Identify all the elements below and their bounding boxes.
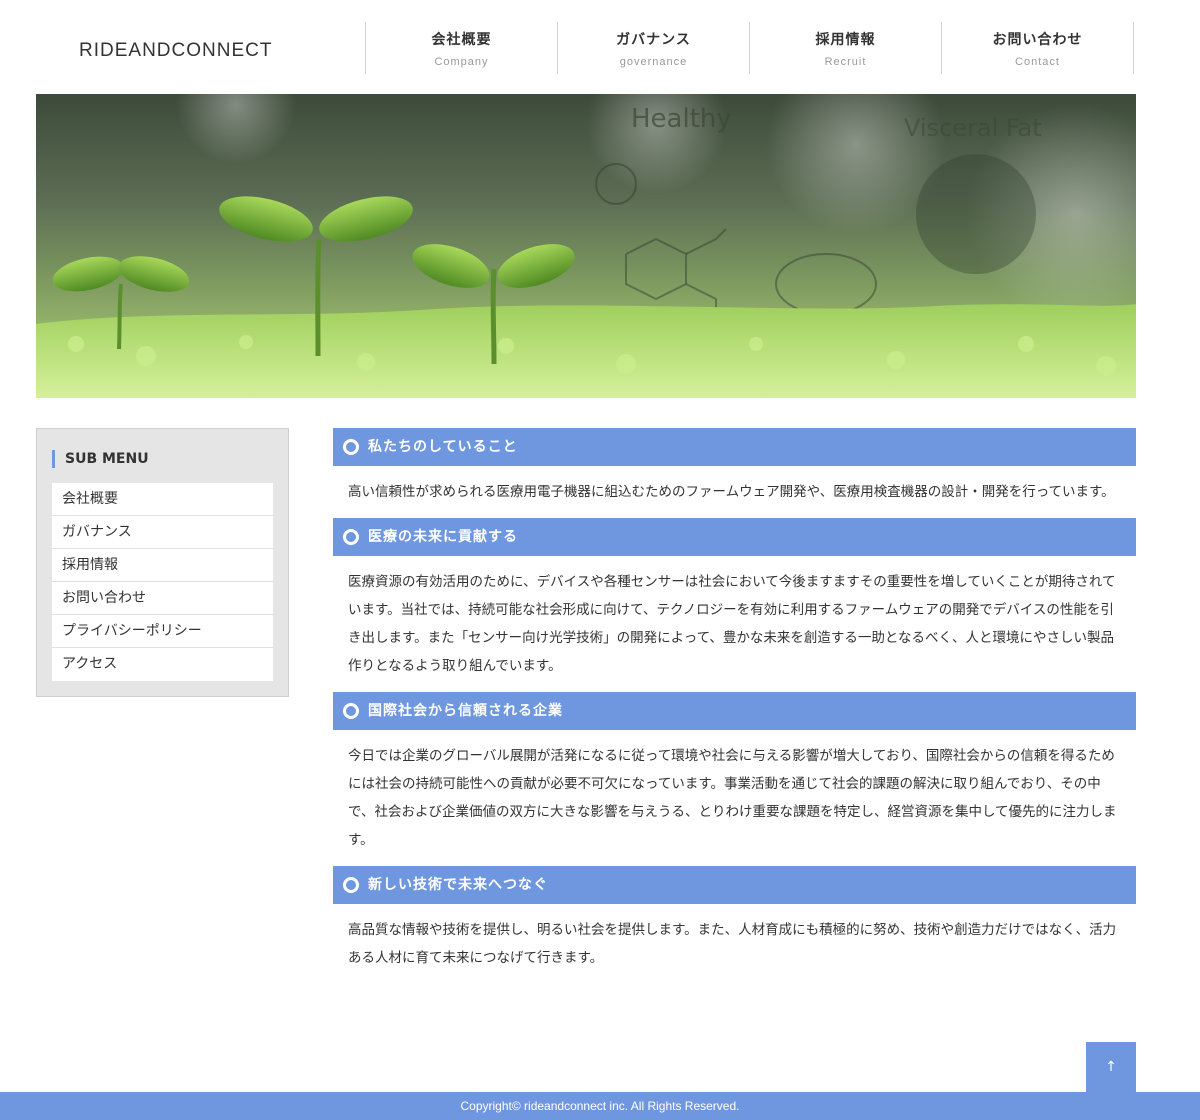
nav-item-company[interactable]: 会社概要 Company <box>366 22 558 74</box>
nav-item-sublabel: Contact <box>1015 56 1060 68</box>
sub-menu-item-access[interactable]: アクセス <box>52 648 273 681</box>
section-heading-text: 新しい技術で未来へつなぐ <box>368 877 548 893</box>
site-header: RIDEANDCONNECT 会社概要 Company ガバナンス govern… <box>0 0 1200 94</box>
section-heading-text: 国際社会から信頼される企業 <box>368 703 563 719</box>
section-body: 今日では企業のグローバル展開が活発になるに従って環境や社会に与える影響が増大して… <box>348 748 1117 848</box>
content-section: 新しい技術で未来へつなぐ 高品質な情報や技術を提供し、明るい社会を提供します。ま… <box>333 866 1136 984</box>
hero-image: Healthy Visceral Fat <box>36 94 1136 398</box>
nav-item-recruit[interactable]: 採用情報 Recruit <box>750 22 942 74</box>
sub-menu-item-contact[interactable]: お問い合わせ <box>52 582 273 615</box>
nav-item-label: 採用情報 <box>815 32 876 48</box>
sub-menu-title: SUB MENU <box>52 450 149 468</box>
sub-menu-item-recruit[interactable]: 採用情報 <box>52 549 273 582</box>
section-heading: 私たちのしていること <box>333 428 1136 466</box>
content-section: 国際社会から信頼される企業 今日では企業のグローバル展開が活発になるに従って環境… <box>333 692 1136 866</box>
content-section: 私たちのしていること 高い信頼性が求められる医療用電子機器に組込むためのファーム… <box>333 428 1136 518</box>
section-heading-text: 私たちのしていること <box>368 439 518 455</box>
section-body: 医療資源の有効活用のために、デバイスや各種センサーは社会において今後ますますその… <box>348 574 1116 674</box>
circle-bullet-icon <box>343 439 359 455</box>
nav-item-label: 会社概要 <box>431 32 492 48</box>
nav-item-sublabel: governance <box>619 56 688 68</box>
sub-menu-item-governance[interactable]: ガバナンス <box>52 516 273 549</box>
section-heading: 国際社会から信頼される企業 <box>333 692 1136 730</box>
global-nav: 会社概要 Company ガバナンス governance 採用情報 Recru… <box>365 22 1134 74</box>
section-heading: 医療の未来に貢献する <box>333 518 1136 556</box>
section-body: 高い信頼性が求められる医療用電子機器に組込むためのファームウェア開発や、医療用検… <box>348 484 1115 500</box>
nav-item-governance[interactable]: ガバナンス governance <box>558 22 750 74</box>
nav-item-sublabel: Company <box>434 56 489 68</box>
sub-menu: SUB MENU 会社概要 ガバナンス 採用情報 お問い合わせ プライバシーポリ… <box>36 428 289 697</box>
site-logo[interactable]: RIDEANDCONNECT <box>79 40 272 62</box>
content-section: 医療の未来に貢献する 医療資源の有効活用のために、デバイスや各種センサーは社会に… <box>333 518 1136 692</box>
section-heading-text: 医療の未来に貢献する <box>368 529 518 545</box>
sub-menu-list: 会社概要 ガバナンス 採用情報 お問い合わせ プライバシーポリシー アクセス <box>52 483 273 681</box>
sprouts-illustration: Healthy Visceral Fat <box>36 94 1136 398</box>
section-body: 高品質な情報や技術を提供し、明るい社会を提供します。また、人材育成にも積極的に努… <box>348 922 1117 966</box>
section-heading: 新しい技術で未来へつなぐ <box>333 866 1136 904</box>
main-content: 私たちのしていること 高い信頼性が求められる医療用電子機器に組込むためのファーム… <box>333 428 1136 984</box>
back-to-top-button[interactable]: ↑ <box>1086 1042 1136 1092</box>
circle-bullet-icon <box>343 529 359 545</box>
nav-item-label: お問い合わせ <box>992 32 1083 48</box>
hero-word-visceral-fat: Visceral Fat <box>904 114 1042 142</box>
circle-bullet-icon <box>343 703 359 719</box>
sub-menu-item-company[interactable]: 会社概要 <box>52 483 273 516</box>
copyright-text: Copyright© rideandconnect inc. All Right… <box>460 1099 740 1113</box>
nav-item-contact[interactable]: お問い合わせ Contact <box>942 22 1134 74</box>
hero-word-healthy: Healthy <box>631 104 732 134</box>
site-footer: Copyright© rideandconnect inc. All Right… <box>0 1092 1200 1120</box>
circle-bullet-icon <box>343 877 359 893</box>
sub-menu-item-privacy[interactable]: プライバシーポリシー <box>52 615 273 648</box>
nav-item-label: ガバナンス <box>616 32 691 48</box>
nav-item-sublabel: Recruit <box>824 56 867 68</box>
